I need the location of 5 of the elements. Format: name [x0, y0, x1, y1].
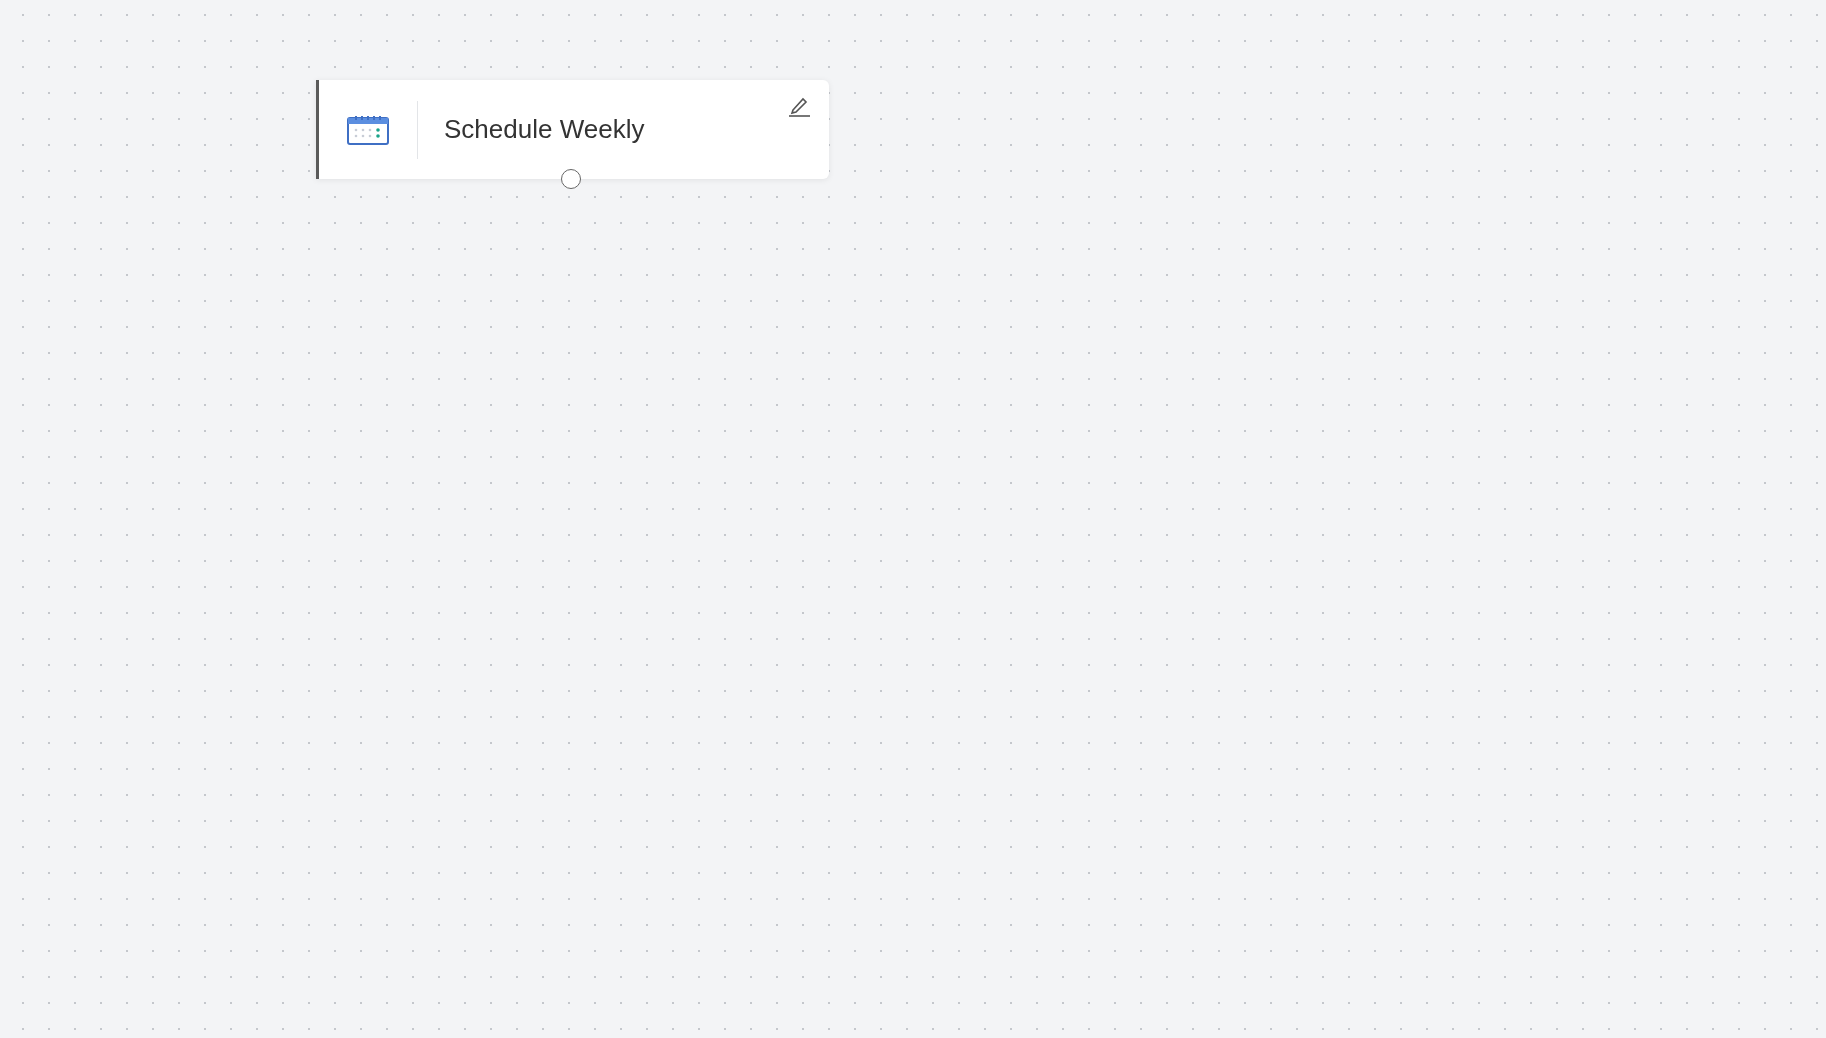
workflow-node[interactable]: Schedule Weekly — [316, 80, 829, 179]
edit-icon[interactable] — [787, 95, 811, 117]
calendar-icon — [347, 114, 389, 145]
node-title: Schedule Weekly — [444, 113, 645, 146]
connector-handle[interactable] — [561, 169, 581, 189]
